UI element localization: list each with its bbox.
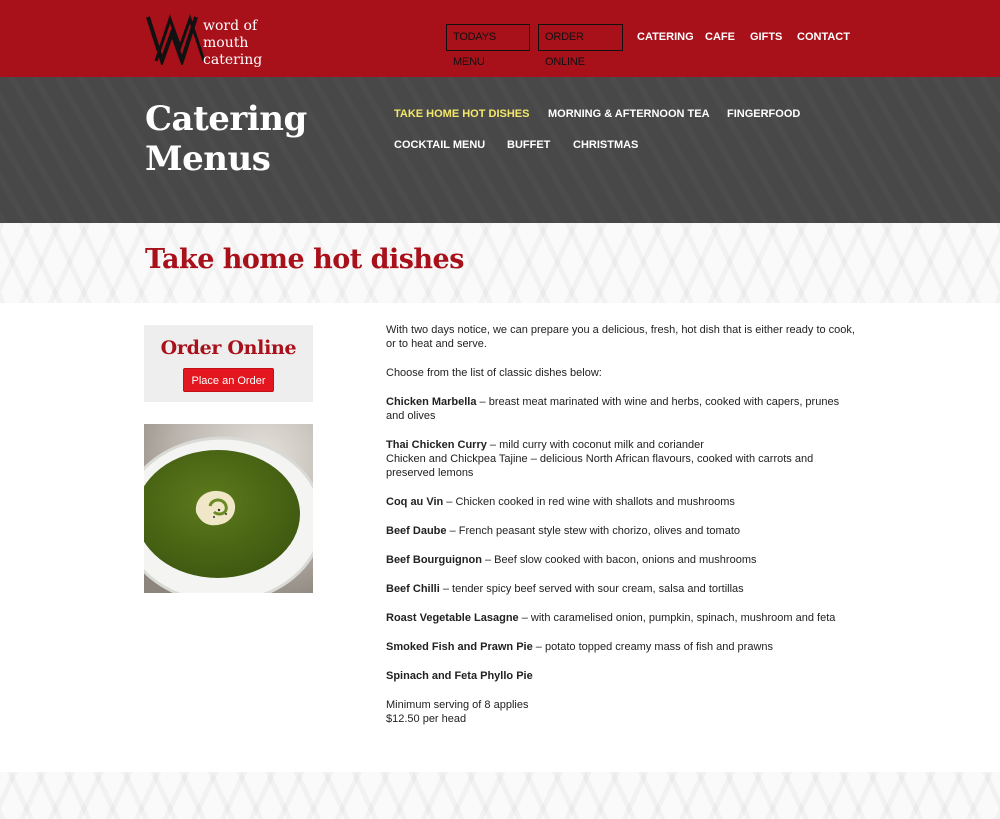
- subnav-buffet[interactable]: BUFFET: [507, 139, 550, 151]
- dish-extra: Chicken and Chickpea Tajine – delicious …: [386, 453, 814, 479]
- nav-contact[interactable]: CONTACT: [797, 24, 850, 51]
- subnav-fingerfood[interactable]: FINGERFOOD: [727, 108, 800, 120]
- subnav-christmas[interactable]: CHRISTMAS: [573, 139, 638, 151]
- soup-image: [144, 424, 313, 593]
- dish-name: Beef Bourguignon: [386, 554, 482, 566]
- section-title-line-2: Menus: [145, 139, 271, 179]
- dish-desc: – tender spicy beef served with sour cre…: [439, 583, 744, 595]
- menu-content: With two days notice, we can prepare you…: [386, 323, 856, 741]
- dish-desc: – potato topped creamy mass of fish and …: [532, 641, 774, 653]
- dish-item: Thai Chicken Curry – mild curry with coc…: [386, 438, 856, 480]
- dish-item: Beef Chilli – tender spicy beef served w…: [386, 582, 856, 596]
- intro-text: With two days notice, we can prepare you…: [386, 324, 855, 350]
- price: $12.50 per head: [386, 713, 467, 725]
- dish-item: Roast Vegetable Lasagne – with caramelis…: [386, 611, 856, 625]
- choose-text: Choose from the list of classic dishes b…: [386, 367, 602, 379]
- main-nav: TODAYS MENU ORDER ONLINE CATERING CAFE G…: [0, 24, 1000, 68]
- dish-item: Chicken Marbella – breast meat marinated…: [386, 395, 856, 423]
- dish-item: Beef Bourguignon – Beef slow cooked with…: [386, 553, 856, 567]
- dish-name: Beef Daube: [386, 525, 447, 537]
- dish-desc: – Beef slow cooked with bacon, onions an…: [481, 554, 757, 566]
- place-order-button[interactable]: Place an Order: [183, 368, 274, 392]
- dish-desc: – French peasant style stew with chorizo…: [446, 525, 741, 537]
- section-title: Catering Menus: [145, 99, 345, 179]
- dish-desc: – mild curry with coconut milk and coria…: [486, 439, 704, 451]
- dish-desc: – with caramelised onion, pumpkin, spina…: [518, 612, 836, 624]
- pricing-info: Minimum serving of 8 applies $12.50 per h…: [386, 698, 856, 726]
- nav-gifts[interactable]: GIFTS: [750, 24, 782, 51]
- dish-name: Smoked Fish and Prawn Pie: [386, 641, 533, 653]
- logo-line-2: catering: [203, 52, 263, 68]
- section-title-line-1: Catering: [145, 99, 307, 139]
- nav-todays-menu[interactable]: TODAYS MENU: [446, 24, 530, 68]
- site-header: word of mouth catering TODAYS MENU ORDER…: [0, 0, 1000, 77]
- nav-cafe[interactable]: CAFE: [705, 24, 735, 51]
- order-online-box: Order Online Place an Order: [144, 325, 313, 402]
- dish-desc: – Chicken cooked in red wine with shallo…: [443, 496, 735, 508]
- dish-name: Spinach and Feta Phyllo Pie: [386, 670, 533, 682]
- dish-name: Roast Vegetable Lasagne: [386, 612, 519, 624]
- subnav-morning-afternoon-tea[interactable]: MORNING & AFTERNOON TEA: [548, 108, 710, 120]
- dish-item: Spinach and Feta Phyllo Pie: [386, 669, 856, 683]
- footer-pattern: [0, 772, 1000, 819]
- subnav-take-home-hot-dishes[interactable]: TAKE HOME HOT DISHES: [394, 108, 529, 120]
- section-banner: Catering Menus TAKE HOME HOT DISHES MORN…: [0, 77, 1000, 223]
- dish-name: Thai Chicken Curry: [386, 439, 487, 451]
- soup-photo: [144, 424, 313, 593]
- nav-order-online[interactable]: ORDER ONLINE: [538, 24, 623, 68]
- nav-catering[interactable]: CATERING: [637, 24, 694, 51]
- subnav-cocktail-menu[interactable]: COCKTAIL MENU: [394, 139, 485, 151]
- dish-item: Beef Daube – French peasant style stew w…: [386, 524, 856, 538]
- order-online-title: Order Online: [160, 337, 297, 359]
- dish-name: Chicken Marbella: [386, 396, 477, 408]
- min-serving: Minimum serving of 8 applies: [386, 699, 529, 711]
- dish-name: Coq au Vin: [386, 496, 444, 508]
- dish-item: Smoked Fish and Prawn Pie – potato toppe…: [386, 640, 856, 654]
- page-title: Take home hot dishes: [145, 244, 464, 275]
- dish-item: Coq au Vin – Chicken cooked in red wine …: [386, 495, 856, 509]
- dish-name: Beef Chilli: [386, 583, 440, 595]
